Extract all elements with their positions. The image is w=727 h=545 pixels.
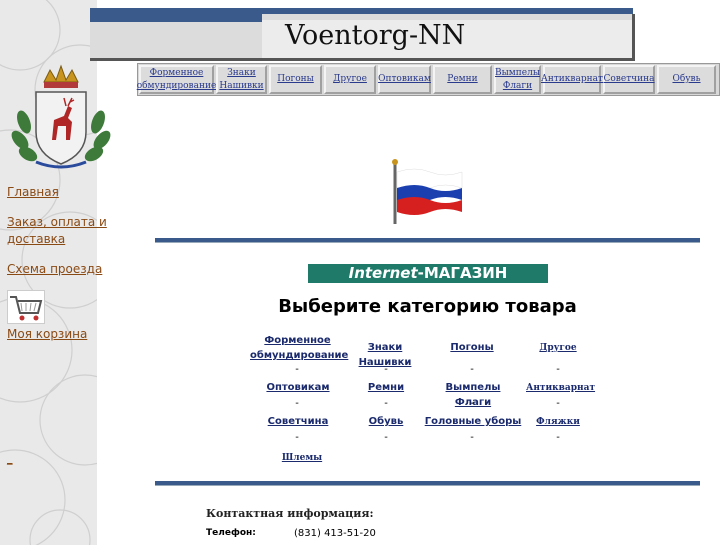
topnav-uniform[interactable]: Форменное обмундирование bbox=[137, 65, 216, 94]
category-antiques[interactable]: Антикварнат bbox=[526, 381, 595, 396]
category-dash: - bbox=[556, 398, 560, 409]
left-nav-dash-link[interactable]: _ bbox=[7, 452, 13, 465]
category-belts[interactable]: Ремни bbox=[356, 380, 416, 395]
coat-of-arms-icon bbox=[6, 62, 116, 172]
category-dash: - bbox=[295, 398, 299, 409]
header-banner: Voentorg-NN bbox=[90, 6, 635, 62]
category-uniform[interactable]: Форменное обмундирование bbox=[250, 333, 348, 363]
phone-label: Телефон: bbox=[206, 528, 256, 538]
topnav-antiques[interactable]: Антикварнат bbox=[541, 65, 603, 94]
banner-left-bar bbox=[90, 14, 262, 22]
category-title: Выберите категорию товара bbox=[278, 296, 577, 317]
shop-label-suffix: -МАГАЗИН bbox=[417, 264, 508, 282]
left-nav-cart[interactable]: Моя корзина bbox=[7, 326, 87, 343]
left-nav-home[interactable]: Главная bbox=[7, 184, 59, 201]
category-dash: - bbox=[556, 364, 560, 375]
category-headwear[interactable]: Головные уборы bbox=[424, 414, 522, 429]
shopping-cart-icon[interactable] bbox=[7, 290, 45, 324]
contact-title: Контактная информация: bbox=[206, 507, 374, 520]
left-nav-map[interactable]: Схема проезда bbox=[7, 261, 102, 278]
topnav-other[interactable]: Другое bbox=[324, 65, 376, 94]
phone-value: (831) 413-51-20 bbox=[294, 528, 376, 539]
category-dash: - bbox=[295, 364, 299, 375]
internet-shop-label: Internet-МАГАЗИН bbox=[308, 264, 548, 283]
category-flasks[interactable]: Фляжки bbox=[530, 415, 586, 430]
topnav-belts[interactable]: Ремни bbox=[433, 65, 492, 94]
category-other[interactable]: Другое bbox=[530, 341, 586, 356]
category-dash: - bbox=[556, 432, 560, 443]
category-dash: - bbox=[384, 364, 388, 375]
russian-flag-icon bbox=[390, 158, 465, 228]
category-dash: - bbox=[470, 364, 474, 375]
topnav-wholesale[interactable]: Оптовикам bbox=[378, 65, 431, 94]
category-footwear[interactable]: Обувь bbox=[356, 414, 416, 429]
topnav-badges[interactable]: Знаки Нашивки bbox=[216, 65, 267, 94]
top-navigation: Форменное обмундирование Знаки Нашивки П… bbox=[137, 63, 720, 96]
topnav-soviet[interactable]: Советчина bbox=[603, 65, 655, 94]
category-helmets[interactable]: Шлемы bbox=[272, 451, 332, 466]
left-nav-order[interactable]: Заказ, оплата и доставка bbox=[7, 214, 107, 248]
separator-bottom bbox=[155, 481, 700, 486]
category-shoulder-straps[interactable]: Погоны bbox=[440, 340, 504, 355]
category-dash: - bbox=[470, 398, 474, 409]
category-soviet[interactable]: Советчина bbox=[262, 414, 334, 429]
shop-label-prefix: Internet bbox=[348, 264, 418, 282]
separator-top bbox=[155, 238, 700, 243]
topnav-footwear[interactable]: Обувь bbox=[657, 65, 716, 94]
category-dash: - bbox=[470, 432, 474, 443]
category-dash: - bbox=[295, 432, 299, 443]
topnav-shoulder-straps[interactable]: Погоны bbox=[269, 65, 322, 94]
category-dash: - bbox=[384, 432, 388, 443]
site-title: Voentorg-NN bbox=[285, 20, 466, 51]
category-wholesale[interactable]: Оптовикам bbox=[262, 380, 334, 395]
topnav-pennants-flags[interactable]: Вымпелы Флаги bbox=[494, 65, 541, 94]
category-dash: - bbox=[384, 398, 388, 409]
